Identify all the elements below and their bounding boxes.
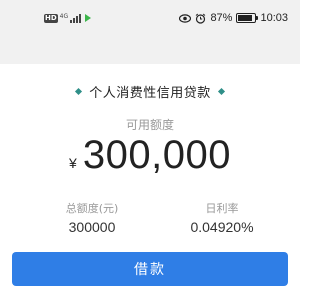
eye-icon — [179, 13, 192, 23]
battery-icon — [236, 13, 259, 23]
currency-symbol: ¥ — [69, 155, 77, 171]
diamond-icon — [75, 87, 83, 96]
alarm-icon — [196, 13, 206, 24]
network-type: 4G — [59, 12, 69, 20]
daily-rate: 日利率 0.04920% — [182, 200, 262, 235]
signal-icon — [70, 13, 82, 23]
battery-fill — [238, 15, 253, 21]
loan-title-row: 个人消费性信用贷款 — [0, 82, 300, 101]
available-amount: 300,000 — [82, 133, 231, 177]
daily-rate-value: 0.04920% — [190, 219, 254, 235]
loan-title: 个人消费性信用贷款 — [89, 86, 211, 101]
available-amount-row: ¥ 300,000 — [0, 132, 300, 178]
total-limit: 总额度(元) 300000 — [52, 200, 132, 235]
status-right: 87% 10:03 — [179, 10, 288, 26]
borrow-button[interactable]: 借款 — [12, 252, 288, 286]
diamond-icon — [217, 87, 225, 96]
loan-card: 个人消费性信用贷款 可用额度 ¥ 300,000 总额度(元) 300000 日… — [0, 64, 300, 292]
total-limit-label: 总额度(元) — [65, 202, 119, 215]
play-icon — [85, 14, 92, 22]
clock: 10:03 — [260, 12, 288, 24]
hd-badge: HD — [44, 13, 58, 23]
battery-percent: 87% — [210, 12, 233, 24]
total-limit-value: 300000 — [68, 219, 116, 235]
status-left: HD 4G — [44, 11, 92, 25]
available-amount-label: 可用额度 — [125, 118, 174, 132]
daily-rate-label: 日利率 — [205, 202, 239, 215]
status-bar: HD 4G 87% 10:03 — [0, 0, 300, 64]
